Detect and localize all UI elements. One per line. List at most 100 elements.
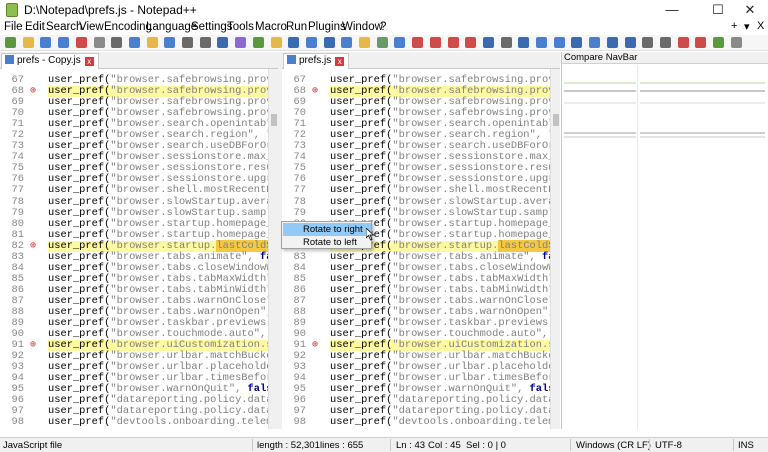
right-tab-strip: prefs.js x [282, 52, 560, 69]
toolbar-button-icon[interactable] [500, 37, 512, 48]
status-separator [733, 439, 734, 451]
diff-marker [564, 132, 636, 134]
toolbar-button-icon[interactable] [482, 37, 494, 48]
toolbar-button-icon[interactable] [642, 37, 654, 48]
maximize-button[interactable]: ☐ [700, 0, 736, 20]
close-button[interactable]: ✕ [732, 0, 768, 20]
toolbar-button-icon[interactable] [677, 37, 689, 48]
menu-window[interactable]: Window [342, 21, 383, 33]
diff-changed-icon: ⊕ [312, 86, 319, 98]
toolbar-button-icon[interactable] [553, 37, 565, 48]
toolbar-button-icon[interactable] [288, 37, 300, 48]
title-bar: D:\Notepad\prefs.js - Notepad++ — ☐ ✕ [0, 0, 768, 20]
left-editor-pane[interactable]: prefs - Copy.js x 67 user_pref("browser.sa… [0, 52, 278, 429]
close-document-button[interactable]: X [757, 20, 764, 32]
close-tab-icon[interactable]: x [335, 57, 345, 66]
diff-marker [564, 90, 636, 92]
toolbar-button-icon[interactable] [217, 37, 229, 48]
status-sel: Sel : 0 | 0 [466, 440, 506, 451]
diff-marker [640, 132, 765, 134]
toolbar-button-icon[interactable] [359, 37, 370, 48]
toolbar-button-icon[interactable] [182, 37, 193, 48]
toolbar-button-icon[interactable] [465, 37, 477, 48]
line-number: 77 [293, 184, 306, 197]
line-number: 78 [293, 195, 306, 208]
code-line[interactable]: 98 user_pref("devtools.onboarding.telemet… [0, 417, 278, 428]
code-line[interactable]: 98 user_pref("devtools.onboarding.telemet… [282, 417, 560, 428]
diff-marker [564, 102, 636, 104]
diff-changed-icon: ⊕ [30, 86, 37, 98]
toolbar-button-icon[interactable] [341, 37, 353, 48]
rotate-right-item[interactable]: Rotate to right [283, 223, 371, 236]
menu-view[interactable]: View [79, 21, 104, 33]
toolbar-button-icon[interactable] [606, 37, 618, 48]
rotate-left-item[interactable]: Rotate to left [283, 236, 371, 249]
toolbar-button-icon[interactable] [624, 37, 636, 48]
menu-macro[interactable]: Macro [255, 21, 287, 33]
menu-edit[interactable]: Edit [25, 21, 45, 33]
context-menu: Rotate to right Rotate to left [281, 221, 375, 249]
toolbar-button-icon[interactable] [270, 37, 282, 48]
toolbar-button-icon[interactable] [571, 37, 583, 48]
toolbar-button-icon[interactable] [235, 37, 247, 48]
toolbar-button-icon[interactable] [22, 37, 34, 48]
tab-prefs-copy[interactable]: prefs - Copy.js x [1, 53, 99, 69]
toolbar-button-icon[interactable] [429, 37, 441, 48]
toolbar-button-icon[interactable] [58, 37, 70, 48]
line-number: 80 [11, 217, 24, 230]
toolbar-button-icon[interactable] [199, 37, 211, 48]
toolbar-button-icon[interactable] [589, 37, 601, 48]
tab-prefs[interactable]: prefs.js x [283, 53, 350, 69]
scrollbar-thumb[interactable] [553, 114, 559, 126]
tab-list-button[interactable]: ▾ [744, 20, 750, 33]
toolbar-button-icon[interactable] [730, 37, 742, 48]
right-scrollbar[interactable] [550, 69, 560, 429]
left-scrollbar[interactable] [268, 69, 278, 429]
menu-plugins[interactable]: Plugins [308, 21, 346, 33]
add-tab-button[interactable]: + [731, 20, 737, 32]
menu-encoding[interactable]: Encoding [104, 21, 152, 33]
toolbar-button-icon[interactable] [447, 37, 459, 48]
menu-run[interactable]: Run [286, 21, 307, 33]
toolbar-button-icon[interactable] [376, 37, 388, 48]
toolbar-button-icon[interactable] [164, 37, 176, 48]
toolbar-button-icon[interactable] [412, 37, 424, 48]
compare-navbar[interactable]: Compare NavBar [561, 52, 768, 429]
menu-language[interactable]: Language [146, 21, 197, 33]
toolbar-button-icon[interactable] [93, 37, 105, 48]
toolbar-button-icon[interactable] [305, 37, 317, 48]
diff-marker [640, 136, 765, 138]
toolbar-button-icon[interactable] [713, 37, 724, 48]
code-text: user_pref("devtools.onboarding.telemetr [48, 416, 278, 429]
status-filetype: JavaScript file [3, 440, 63, 451]
status-col: Col : 45 [428, 440, 461, 451]
toolbar-button-icon[interactable] [146, 37, 158, 48]
toolbar-button-icon[interactable] [128, 37, 140, 48]
diff-marker [640, 102, 765, 104]
line-number: 79 [11, 206, 24, 219]
menu-help[interactable]: ? [380, 21, 386, 33]
toolbar-button-icon[interactable] [536, 37, 547, 48]
toolbar-button-icon[interactable] [252, 37, 264, 48]
menu-file[interactable]: File [4, 21, 23, 33]
toolbar-button-icon[interactable] [394, 37, 406, 48]
minimize-button[interactable]: — [654, 0, 690, 20]
toolbar-button-icon[interactable] [695, 37, 707, 48]
left-code-lines[interactable]: 67 user_pref("browser.safebrowsing.provid… [0, 74, 278, 429]
toolbar-button-icon[interactable] [659, 37, 671, 48]
toolbar-button-icon[interactable] [518, 37, 530, 48]
right-code-lines[interactable]: 67 user_pref("browser.safebrowsing.provid… [282, 74, 560, 429]
toolbar-button-icon[interactable] [111, 37, 123, 48]
menu-tools[interactable]: Tools [227, 21, 254, 33]
line-number: 77 [11, 184, 24, 197]
toolbar-button-icon[interactable] [40, 37, 52, 48]
mouse-cursor-icon [366, 228, 375, 241]
scrollbar-thumb[interactable] [271, 114, 277, 126]
close-tab-icon[interactable]: x [84, 57, 94, 66]
toolbar-button-icon[interactable] [5, 37, 16, 48]
window-title: D:\Notepad\prefs.js - Notepad++ [24, 3, 197, 17]
toolbar-button-icon[interactable] [75, 37, 87, 48]
status-separator [570, 439, 571, 451]
menu-search[interactable]: Search [46, 21, 82, 33]
toolbar-button-icon[interactable] [323, 37, 335, 48]
